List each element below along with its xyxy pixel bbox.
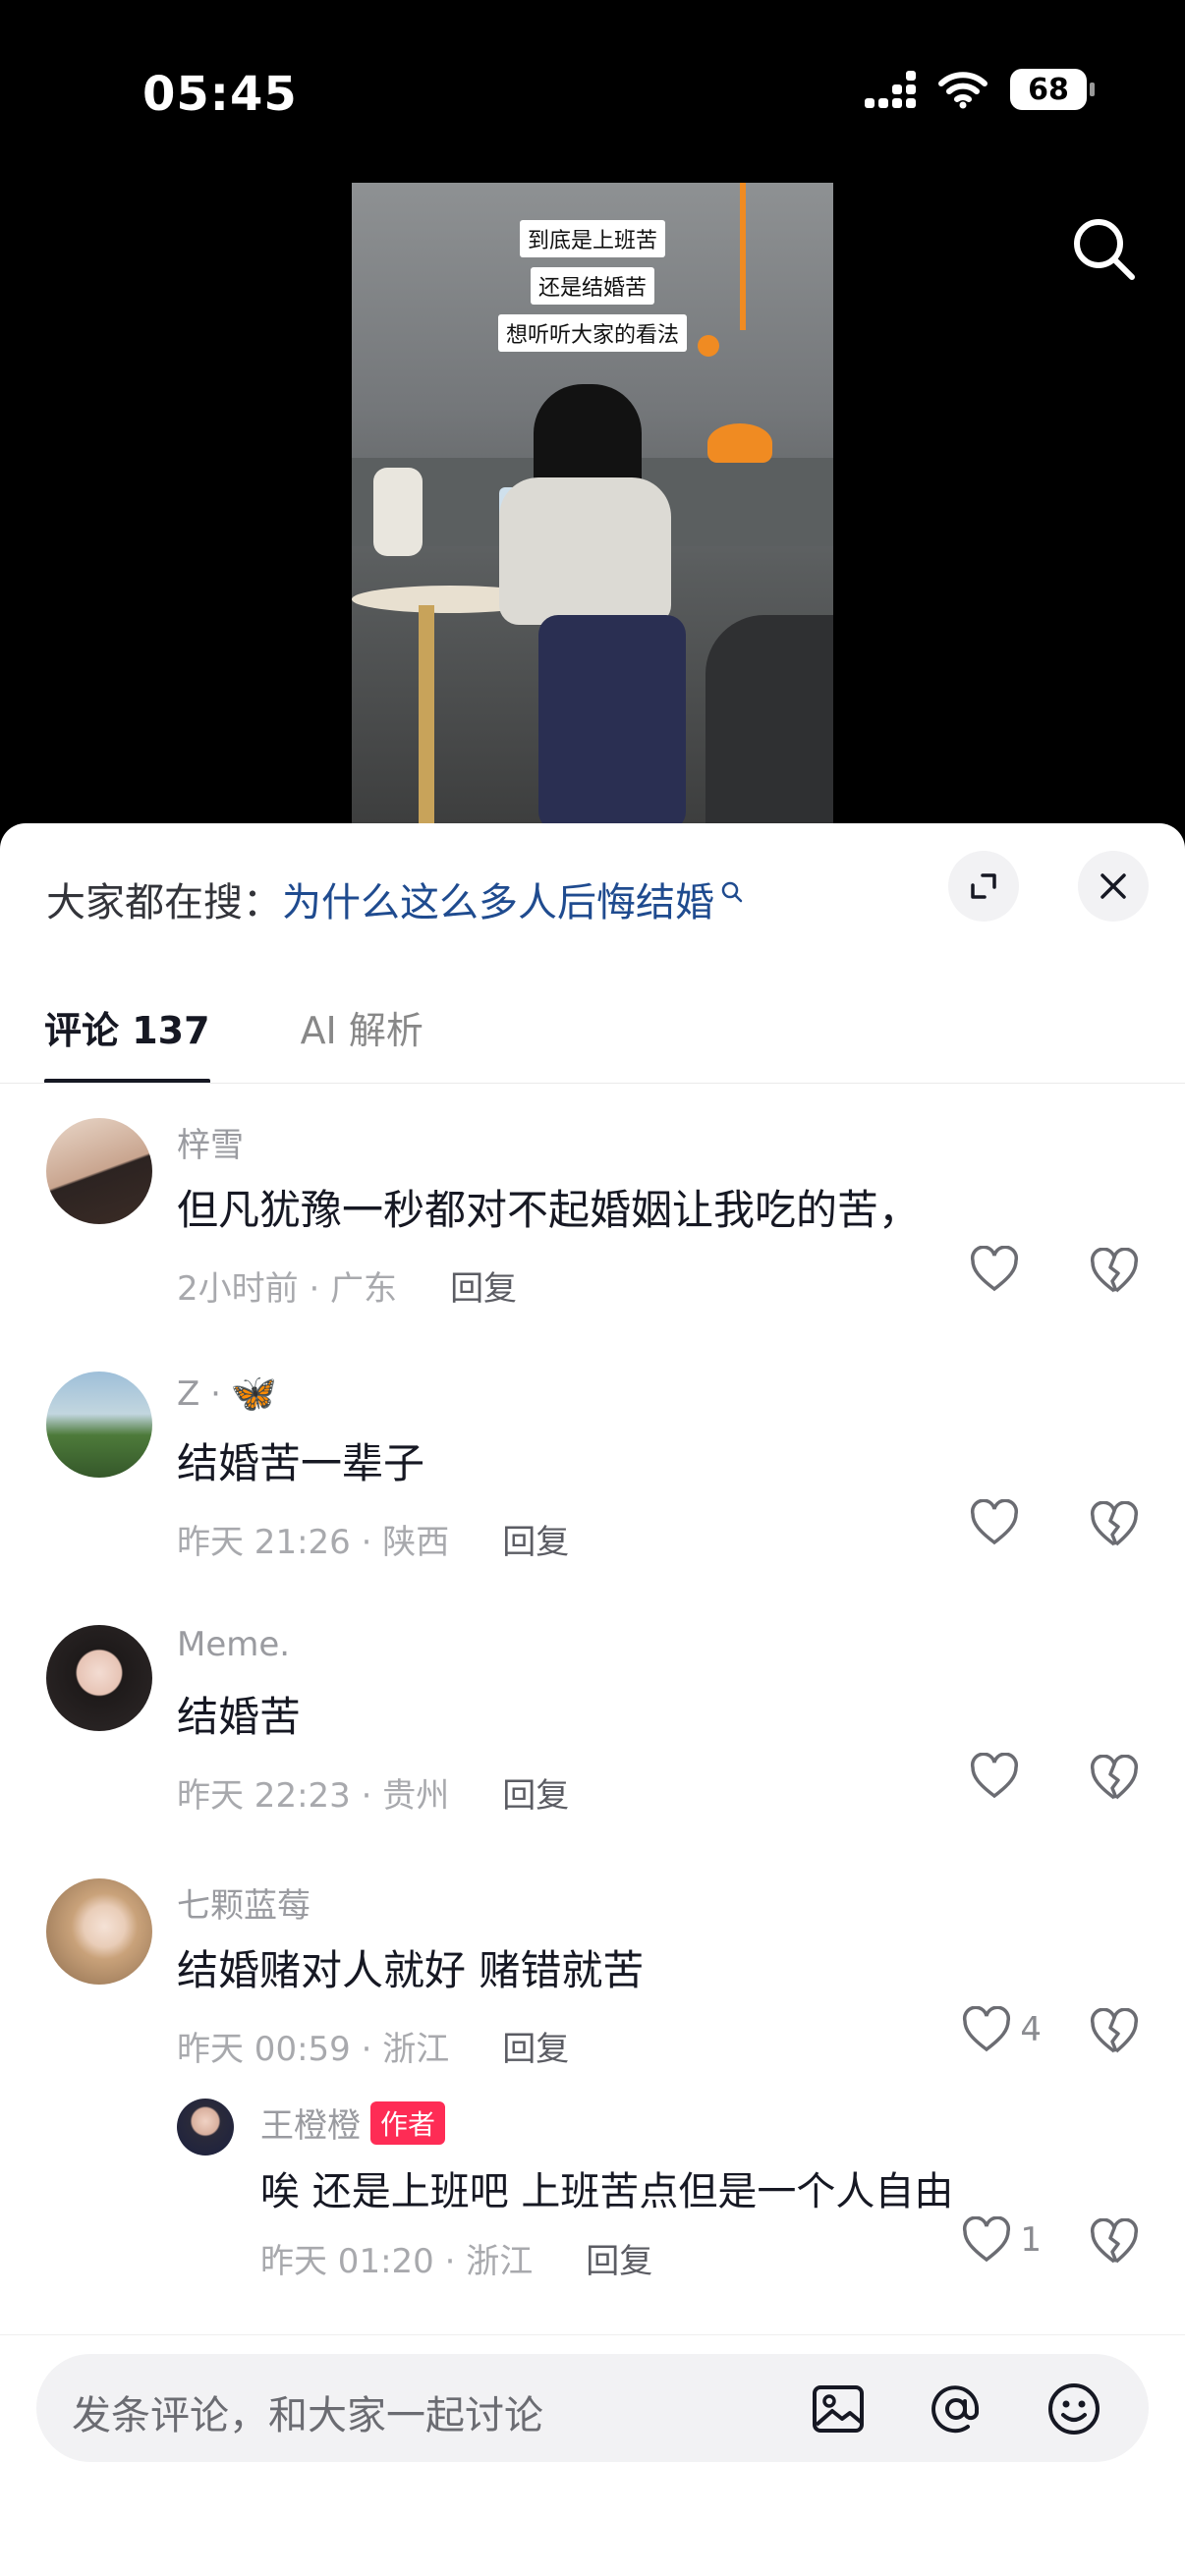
- comment-text: 结婚赌对人就好 赌错就苦: [177, 1946, 645, 1994]
- video-caption: 想听听大家的看法: [497, 314, 687, 352]
- search-icon: [721, 881, 743, 903]
- video-player[interactable]: 到底是上班苦 还是结婚苦 想听听大家的看法: [352, 183, 833, 825]
- like-count: 4: [1020, 2010, 1042, 2049]
- emoji-icon[interactable]: [1044, 2380, 1103, 2438]
- expand-icon: [971, 873, 996, 899]
- comment-username[interactable]: 王橙橙 作者: [260, 2099, 446, 2147]
- comment-time: 昨天 01:20 · 浙江: [260, 2242, 534, 2281]
- username-text: Z ·: [177, 1373, 221, 1414]
- comment-meta: 昨天 00:59 · 浙江 回复: [177, 2022, 569, 2070]
- broken-heart-icon[interactable]: [1089, 2008, 1140, 2055]
- avatar[interactable]: [46, 1625, 152, 1731]
- comment-time: 昨天 21:26 · 陕西: [177, 1523, 450, 1562]
- reply-button[interactable]: 回复: [502, 1768, 569, 1817]
- reply-button[interactable]: 回复: [502, 2022, 569, 2070]
- comment-time: 昨天 22:23 · 贵州: [177, 1776, 450, 1816]
- avatar[interactable]: [46, 1118, 152, 1224]
- video-caption: 还是结婚苦: [530, 267, 654, 305]
- heart-icon: [970, 1499, 1019, 1545]
- author-badge: 作者: [370, 2100, 446, 2145]
- butterfly-icon: 🦋: [230, 1372, 278, 1415]
- comment-tabs: 评论 137 AI 解析: [44, 1000, 423, 1084]
- hot-search-bar[interactable]: 大家都在搜： 为什么这么多人后悔结婚: [46, 870, 744, 927]
- search-icon[interactable]: [1069, 214, 1138, 283]
- comment-username[interactable]: 七颗蓝莓: [177, 1878, 310, 1927]
- comment-text: 但凡犹豫一秒都对不起婚姻让我吃的苦，: [177, 1186, 921, 1234]
- comment-meta: 昨天 22:23 · 贵州 回复: [177, 1768, 569, 1817]
- comment-sheet: 大家都在搜： 为什么这么多人后悔结婚 评论 137 AI 解析 梓雪 但凡犹豫一…: [0, 823, 1185, 2576]
- comment-text: 唉 还是上班吧 上班苦点但是一个人自由: [260, 2169, 954, 2214]
- wifi-icon: [938, 72, 988, 109]
- username-text: 王橙橙: [260, 2106, 361, 2146]
- reply-button[interactable]: 回复: [586, 2234, 652, 2282]
- avatar[interactable]: [46, 1878, 152, 1985]
- video-caption: 到底是上班苦: [519, 220, 665, 257]
- like-button[interactable]: 4: [961, 2006, 1042, 2053]
- reply-button[interactable]: 回复: [502, 1515, 569, 1563]
- broken-heart-icon[interactable]: [1089, 1755, 1140, 1802]
- like-button[interactable]: [969, 1753, 1028, 1800]
- comment-text: 结婚苦一辈子: [177, 1439, 425, 1487]
- comment-username[interactable]: Z · 🦋: [177, 1372, 277, 1416]
- avatar[interactable]: [177, 2099, 234, 2156]
- like-button[interactable]: [969, 1246, 1028, 1293]
- like-count: 1: [1020, 2220, 1042, 2260]
- broken-heart-icon[interactable]: [1089, 1501, 1140, 1548]
- comment-input-bar[interactable]: 发条评论，和大家一起讨论: [36, 2354, 1149, 2462]
- at-icon[interactable]: [927, 2380, 986, 2438]
- heart-icon: [963, 2006, 1011, 2052]
- comment-meta: 昨天 21:26 · 陕西 回复: [177, 1515, 569, 1563]
- input-divider: [0, 2334, 1185, 2335]
- avatar[interactable]: [46, 1372, 152, 1478]
- reply-button[interactable]: 回复: [450, 1261, 517, 1310]
- broken-heart-icon[interactable]: [1089, 1248, 1140, 1295]
- hot-search-label: 大家都在搜：: [46, 880, 282, 925]
- comment-input-placeholder[interactable]: 发条评论，和大家一起讨论: [72, 2383, 543, 2440]
- comment-username[interactable]: Meme.: [177, 1625, 290, 1664]
- comment-time: 昨天 00:59 · 浙江: [177, 2030, 450, 2069]
- broken-heart-icon[interactable]: [1089, 2218, 1140, 2266]
- comment-text: 结婚苦: [177, 1693, 302, 1741]
- battery-level: 68: [1028, 72, 1069, 107]
- hot-search-term[interactable]: 为什么这么多人后悔结婚: [282, 870, 714, 927]
- cellular-signal-icon: [865, 71, 916, 108]
- comment-time: 2小时前 · 广东: [177, 1269, 398, 1309]
- image-icon[interactable]: [809, 2380, 868, 2438]
- battery-indicator: 68: [1010, 69, 1095, 110]
- comment-username[interactable]: 梓雪: [177, 1118, 244, 1166]
- comment-meta: 2小时前 · 广东 回复: [177, 1261, 517, 1310]
- close-icon: [1100, 873, 1126, 899]
- status-time: 05:45: [142, 67, 298, 122]
- expand-button[interactable]: [948, 851, 1019, 922]
- tab-comments[interactable]: 评论 137: [44, 1000, 210, 1084]
- tab-ai-analysis[interactable]: AI 解析: [301, 1000, 423, 1084]
- tabs-divider: [0, 1083, 1185, 1084]
- like-button[interactable]: 1: [961, 2216, 1042, 2264]
- heart-icon: [970, 1753, 1019, 1799]
- close-button[interactable]: [1078, 851, 1149, 922]
- comment-meta: 昨天 01:20 · 浙江 回复: [260, 2234, 652, 2282]
- video-captions: 到底是上班苦 还是结婚苦 想听听大家的看法: [352, 220, 833, 352]
- heart-icon: [963, 2216, 1011, 2263]
- status-icons: 68: [865, 69, 1095, 110]
- heart-icon: [970, 1246, 1019, 1292]
- like-button[interactable]: [969, 1499, 1028, 1546]
